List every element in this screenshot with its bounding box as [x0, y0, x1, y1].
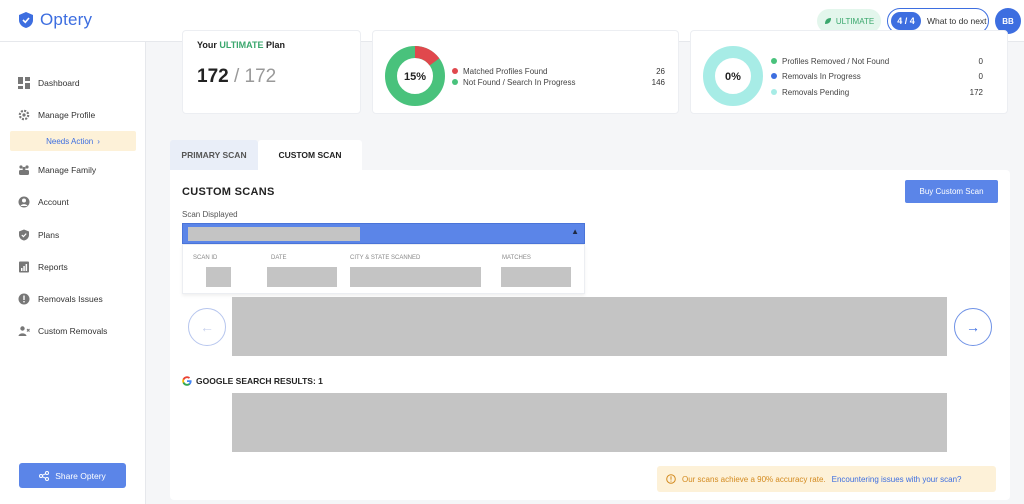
column-header: DATE	[271, 255, 287, 261]
share-optery-button[interactable]: Share Optery	[19, 463, 126, 488]
gear-icon	[18, 109, 30, 121]
sidebar-item-dashboard[interactable]: Dashboard	[18, 75, 80, 91]
dashboard-icon	[18, 77, 30, 89]
matches-donut: 15%	[385, 46, 445, 106]
redacted-result-block	[232, 297, 947, 356]
status-dot	[452, 68, 458, 74]
column-header: CITY & STATE SCANNED	[350, 255, 421, 261]
legend-value: 0	[978, 72, 983, 81]
legend-value: 26	[656, 67, 665, 76]
legend-removals-pending: Removals Pending	[771, 86, 849, 98]
account-icon	[18, 196, 30, 208]
google-icon	[182, 376, 192, 386]
accuracy-notice: Our scans achieve a 90% accuracy rate. E…	[657, 466, 996, 492]
arrow-right-icon: →	[966, 319, 980, 335]
user-remove-icon	[18, 326, 30, 336]
redacted-cell	[350, 267, 481, 287]
status-dot	[771, 58, 777, 64]
legend-profiles-removed: Profiles Removed / Not Found	[771, 55, 889, 67]
legend-not-found: Not Found / Search In Progress	[452, 76, 576, 88]
legend-value: 146	[651, 78, 665, 87]
matches-percent: 15%	[404, 71, 426, 83]
sidebar-item-manage-profile[interactable]: Manage Profile	[18, 107, 95, 123]
caret-down-icon: ▲	[571, 227, 579, 236]
page-title: CUSTOM SCANS	[182, 186, 275, 198]
removals-percent: 0%	[725, 71, 741, 83]
app-logo[interactable]: Optery	[18, 10, 92, 30]
redacted-value	[188, 227, 360, 241]
tab-custom-scan[interactable]: CUSTOM SCAN	[258, 140, 362, 170]
shield-icon	[19, 229, 29, 241]
sidebar: Dashboard Manage Profile Needs Action › …	[0, 42, 146, 504]
scan-displayed-label: Scan Displayed	[182, 210, 238, 219]
info-icon	[666, 474, 676, 484]
shield-logo-icon	[19, 12, 33, 28]
tab-primary-scan[interactable]: PRIMARY SCAN	[170, 140, 258, 170]
column-header: MATCHES	[502, 255, 531, 261]
sidebar-item-removals-issues[interactable]: Removals Issues	[18, 291, 103, 307]
accuracy-text: Our scans achieve a 90% accuracy rate.	[682, 474, 826, 484]
scan-table: SCAN ID DATE CITY & STATE SCANNED MATCHE…	[182, 244, 585, 294]
status-dot	[771, 73, 777, 79]
scan-select[interactable]: ▲	[182, 223, 585, 244]
buy-custom-scan-button[interactable]: Buy Custom Scan	[905, 180, 998, 203]
alert-icon	[18, 293, 30, 305]
legend-removals-in-progress: Removals In Progress	[771, 70, 861, 82]
redacted-cell	[267, 267, 337, 287]
sidebar-item-plans[interactable]: Plans	[18, 227, 59, 243]
column-header: SCAN ID	[193, 255, 218, 261]
previous-button[interactable]: ←	[188, 308, 226, 346]
redacted-cell	[206, 267, 231, 287]
progress-count: 4 / 4	[891, 12, 921, 30]
removals-donut: 0%	[703, 46, 763, 106]
sidebar-item-reports[interactable]: Reports	[18, 259, 68, 275]
plan-title: Your ULTIMATE Plan	[197, 40, 286, 50]
progress-label: What to do next	[927, 16, 987, 26]
sidebar-item-custom-removals[interactable]: Custom Removals	[18, 323, 107, 339]
chevron-right-icon: ›	[97, 136, 100, 146]
app-name: Optery	[40, 10, 93, 29]
plan-badge-label: ULTIMATE	[835, 16, 875, 26]
needs-action-link[interactable]: Needs Action ›	[10, 131, 136, 151]
reports-icon	[19, 261, 29, 273]
legend-value: 172	[969, 88, 983, 97]
google-results-heading: GOOGLE SEARCH RESULTS: 1	[182, 376, 323, 386]
arrow-left-icon: ←	[200, 319, 214, 335]
status-dot	[771, 89, 777, 95]
sidebar-item-manage-family[interactable]: Manage Family	[18, 162, 96, 178]
next-button[interactable]: →	[954, 308, 992, 346]
redacted-cell	[501, 267, 571, 287]
legend-value: 0	[978, 57, 983, 66]
redacted-google-block	[232, 393, 947, 452]
report-issue-link[interactable]: Encountering issues with your scan?	[832, 475, 962, 484]
family-icon	[19, 165, 29, 175]
sidebar-item-account[interactable]: Account	[18, 194, 69, 210]
plan-usage: 172 / 172	[197, 66, 277, 87]
status-dot	[452, 79, 458, 85]
leaf-icon	[824, 18, 831, 24]
share-icon	[39, 470, 50, 481]
